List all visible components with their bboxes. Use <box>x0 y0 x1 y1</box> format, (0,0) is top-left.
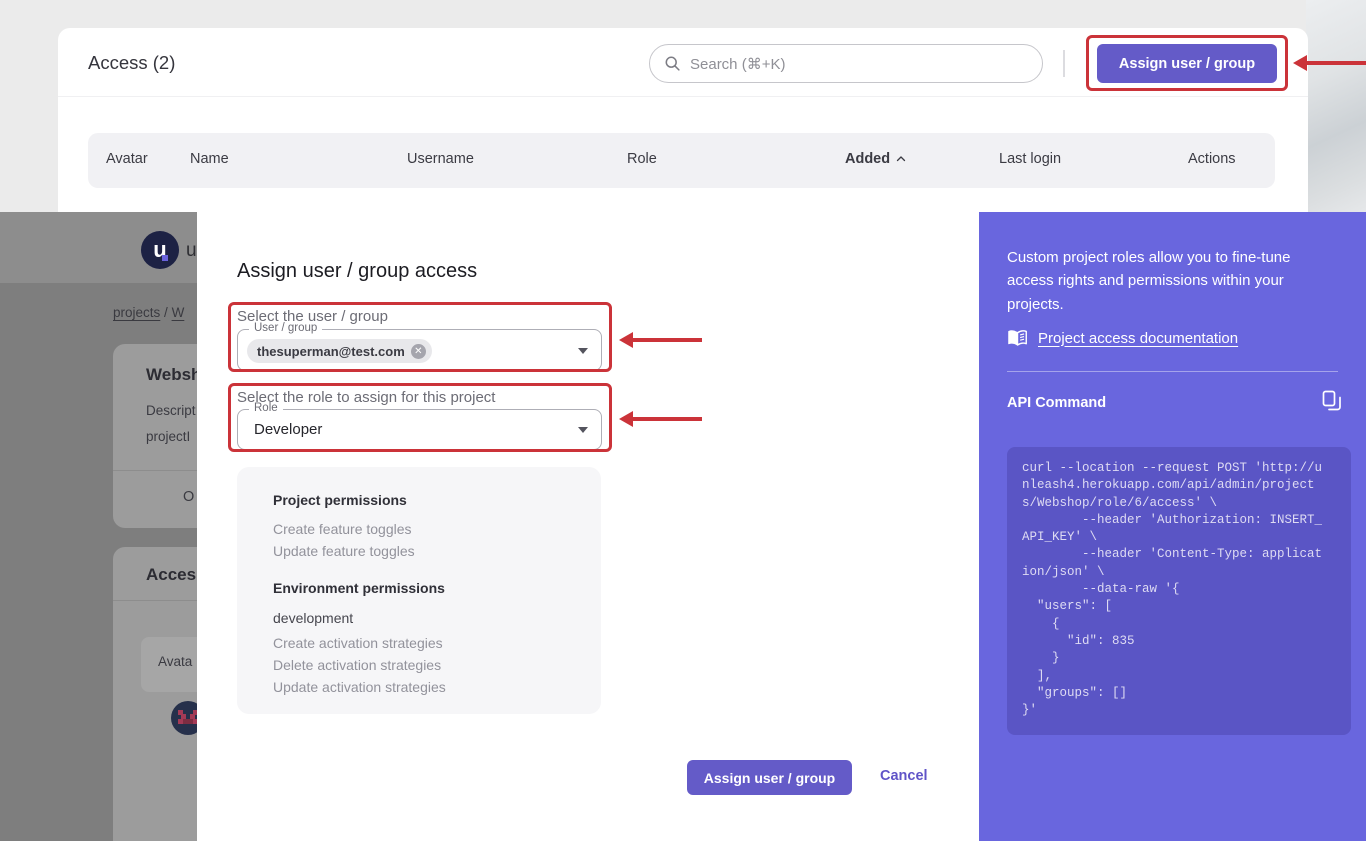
column-header-role[interactable]: Role <box>627 151 657 167</box>
breadcrumb: projects / W <box>113 305 184 320</box>
project-permissions-list: Create feature toggles Update feature tog… <box>273 520 565 560</box>
dimmed-project-title: Websh <box>146 365 201 385</box>
column-header-actions[interactable]: Actions <box>1188 151 1236 167</box>
search-input[interactable]: Search (⌘+K) <box>649 44 1043 83</box>
unleash-logo-icon: u <box>141 231 179 269</box>
unleash-logo-accent <box>162 255 168 261</box>
permission-item: Create activation strategies <box>273 634 565 652</box>
environment-permissions-title: Environment permissions <box>273 580 565 596</box>
assign-submit-button[interactable]: Assign user / group <box>687 760 852 795</box>
column-header-added-label: Added <box>845 151 890 167</box>
sidebar-divider <box>1007 371 1338 372</box>
permissions-panel: Project permissions Create feature toggl… <box>237 467 601 714</box>
cancel-button[interactable]: Cancel <box>880 768 928 784</box>
user-group-select[interactable]: User / group thesuperman@test.com ✕ <box>237 329 602 371</box>
dimmed-projectid-text: projectI <box>146 429 190 444</box>
chevron-down-icon <box>578 348 588 354</box>
access-page-section: Access (2) Search (⌘+K) Assign user / gr… <box>0 0 1366 212</box>
breadcrumb-project: W <box>172 305 185 320</box>
dimmed-card-button: O <box>183 489 194 505</box>
environment-permissions-list: Create activation strategies Delete activ… <box>273 634 565 696</box>
access-table-header: Avatar Name Username Role Added Last log… <box>88 133 1275 188</box>
modal-title: Assign user / group access <box>237 260 477 283</box>
page: Access (2) Search (⌘+K) Assign user / gr… <box>0 0 1366 841</box>
doc-link-row[interactable]: Project access documentation <box>1007 329 1238 347</box>
column-header-added[interactable]: Added <box>845 151 907 167</box>
info-sidebar: Custom project roles allow you to fine-t… <box>979 212 1366 841</box>
api-command-title: API Command <box>1007 395 1106 411</box>
breadcrumb-separator: / <box>164 305 168 320</box>
book-icon <box>1007 329 1028 347</box>
avatar-identicon <box>178 710 183 715</box>
curl-command: curl --location --request POST 'http://u… <box>1022 460 1336 719</box>
breadcrumb-projects: projects <box>113 305 160 320</box>
permission-item: Update feature toggles <box>273 542 565 560</box>
role-select[interactable]: Role Developer <box>237 409 602 450</box>
column-header-name[interactable]: Name <box>190 151 229 167</box>
environment-name: development <box>273 610 565 626</box>
column-header-username[interactable]: Username <box>407 151 474 167</box>
assign-access-modal: Assign user / group access Select the us… <box>197 212 979 841</box>
column-header-last-login[interactable]: Last login <box>999 151 1061 167</box>
sidebar-description: Custom project roles allow you to fine-t… <box>1007 246 1339 316</box>
selected-user-chip[interactable]: thesuperman@test.com ✕ <box>247 339 432 363</box>
background-texture <box>1306 0 1366 212</box>
chevron-down-icon <box>578 427 588 433</box>
search-icon <box>664 55 681 72</box>
column-header-avatar[interactable]: Avatar <box>106 151 148 167</box>
user-field-label: User / group <box>249 322 322 334</box>
header-divider <box>58 96 1308 97</box>
role-field-label: Role <box>249 402 283 414</box>
dimmed-description-text: Descript <box>146 403 196 418</box>
remove-user-icon[interactable]: ✕ <box>411 344 426 359</box>
role-selected-value: Developer <box>254 421 322 438</box>
assign-user-group-button[interactable]: Assign user / group <box>1097 44 1277 83</box>
toolbar-divider <box>1063 50 1065 77</box>
page-title: Access (2) <box>88 52 175 74</box>
permission-item: Delete activation strategies <box>273 656 565 674</box>
doc-link: Project access documentation <box>1038 330 1238 347</box>
copy-icon[interactable] <box>1322 390 1342 412</box>
dimmed-avatar-header: Avata <box>158 654 192 669</box>
permission-item: Update activation strategies <box>273 678 565 696</box>
search-placeholder: Search (⌘+K) <box>690 55 785 73</box>
project-permissions-title: Project permissions <box>273 492 565 508</box>
sort-ascending-icon <box>895 153 907 165</box>
dimmed-access-title: Acces <box>146 565 196 585</box>
permission-item: Create feature toggles <box>273 520 565 538</box>
api-command-code: curl --location --request POST 'http://u… <box>1007 447 1351 735</box>
selected-user-email: thesuperman@test.com <box>257 344 405 359</box>
